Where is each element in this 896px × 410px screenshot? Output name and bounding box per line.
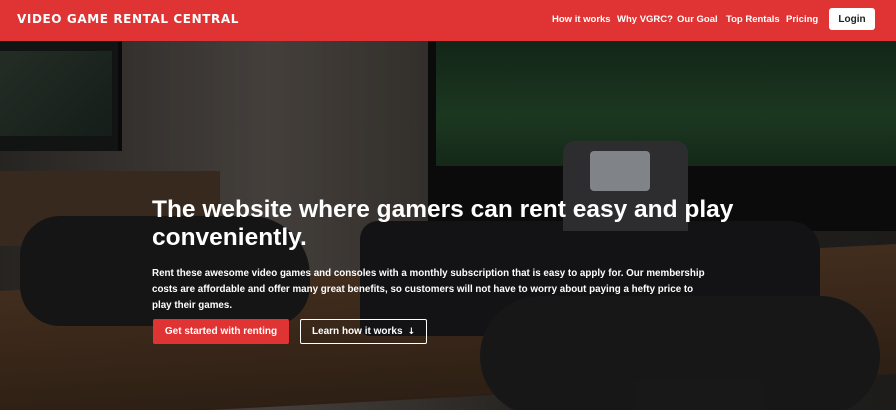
brand-logo[interactable]: Video Game Rental Central [17,12,239,26]
get-started-button[interactable]: Get started with renting [153,319,289,344]
nav-link-our-goal[interactable]: Our Goal [677,14,718,25]
learn-how-it-works-label: Learn how it works [311,326,403,337]
hero-description: Rent these awesome video games and conso… [152,268,705,311]
nav-link-why-vgrc[interactable]: Why VGRC? [617,14,673,25]
learn-how-it-works-button[interactable]: Learn how it works ↓ [300,319,427,344]
arrow-down-icon: ↓ [407,326,416,337]
nav-link-pricing[interactable]: Pricing [786,14,818,25]
hero-title: The website where gamers can rent easy a… [152,196,734,251]
login-button[interactable]: Login [829,8,875,30]
top-navbar: Video Game Rental Central How it works W… [0,0,896,41]
nav-link-how-it-works[interactable]: How it works [552,14,611,25]
nav-link-top-rentals[interactable]: Top Rentals [726,14,780,25]
hero-section: The website where gamers can rent easy a… [0,41,896,410]
